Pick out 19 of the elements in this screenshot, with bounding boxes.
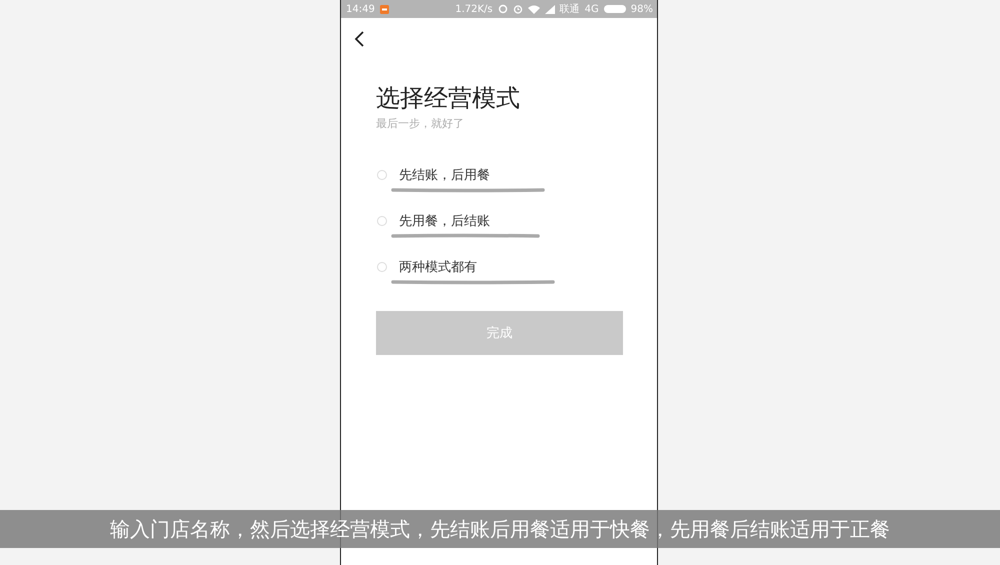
caption-text: 输入门店名称，然后选择经营模式，先结账后用餐适用于快餐，先用餐后结账适用于正餐 [110,516,890,542]
radio-button[interactable] [377,170,387,180]
notification-icon [380,4,389,14]
battery-icon [604,5,626,13]
option-label[interactable]: 两种模式都有 [399,258,477,276]
network-type: 4G [584,4,599,14]
option-label[interactable]: 先用餐，后结账 [399,212,490,230]
page-title: 选择经营模式 [376,83,521,114]
radio-button[interactable] [377,216,387,226]
alarm-icon [512,4,523,14]
option-label[interactable]: 先结账，后用餐 [399,166,490,184]
clock-time: 14:49 [346,4,375,14]
network-speed: 1.72K/s [455,4,493,14]
wifi-icon [528,4,540,14]
signal-icon [544,4,555,14]
battery-percent: 98% [630,4,653,14]
carrier-name: 联通 [560,2,580,16]
radio-button[interactable] [377,262,387,272]
page-subtitle: 最后一步，就好了 [376,116,465,131]
